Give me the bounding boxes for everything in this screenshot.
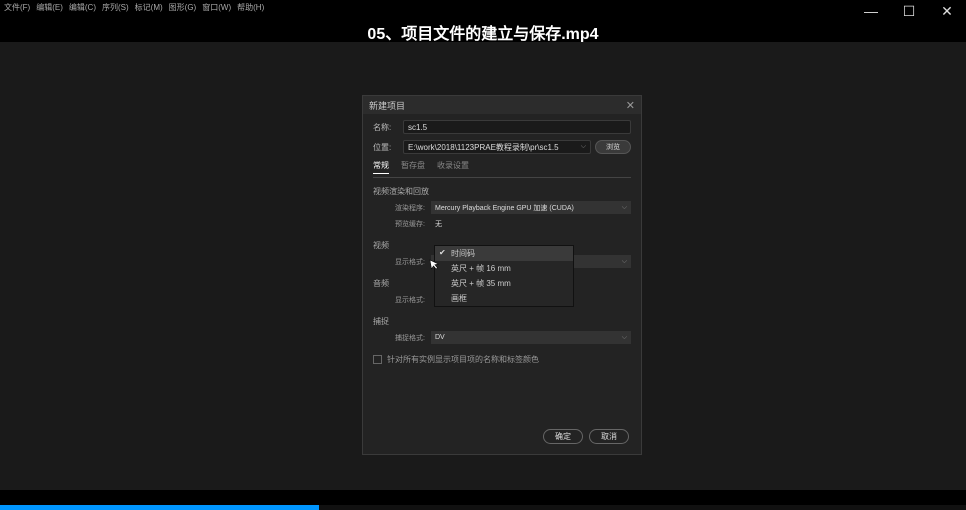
checkmark-icon: ✔ — [439, 248, 446, 257]
menu-edit[interactable]: 编辑(E) — [36, 2, 63, 13]
audio-display-format-label: 显示格式: — [389, 295, 431, 305]
cursor-icon — [429, 257, 443, 274]
renderer-value: Mercury Playback Engine GPU 加速 (CUDA) — [435, 203, 574, 213]
dropdown-item-label: 画框 — [451, 294, 467, 303]
dialog-tabs: 常规 暂存盘 收录设置 — [373, 160, 631, 178]
dropdown-item-feet35[interactable]: 英尺 + 帧 35 mm — [435, 276, 573, 291]
dialog-titlebar: 新建项目 ✕ — [363, 96, 641, 114]
capture-format-select[interactable]: DV ⌵ — [431, 331, 631, 344]
close-icon[interactable]: ✕ — [626, 99, 635, 112]
progress-fill — [0, 505, 319, 510]
tab-scratch[interactable]: 暂存盘 — [401, 160, 425, 174]
close-button[interactable]: ✕ — [928, 0, 966, 22]
ok-button[interactable]: 确定 — [543, 429, 583, 444]
preview-cache-select[interactable]: 无 — [431, 217, 631, 230]
chevron-down-icon: ⌵ — [622, 258, 627, 266]
menu-marker[interactable]: 标记(M) — [135, 2, 163, 13]
dropdown-item-frames[interactable]: 画框 — [435, 291, 573, 306]
menu-window[interactable]: 窗口(W) — [202, 2, 231, 13]
dialog-title: 新建项目 — [369, 99, 405, 112]
menu-graphics[interactable]: 图形(G) — [169, 2, 197, 13]
tab-general[interactable]: 常规 — [373, 160, 389, 174]
show-name-checkbox-label: 针对所有实例显示项目项的名称和标签颜色 — [387, 354, 539, 365]
renderer-select[interactable]: Mercury Playback Engine GPU 加速 (CUDA) ⌵ — [431, 201, 631, 214]
menubar: 文件(F) 编辑(E) 编辑(C) 序列(S) 标记(M) 图形(G) 窗口(W… — [0, 0, 966, 14]
name-label: 名称: — [373, 122, 403, 133]
location-label: 位置: — [373, 142, 403, 153]
dropdown-item-label: 时间码 — [451, 249, 475, 258]
page-title: 05、项目文件的建立与保存.mp4 — [0, 20, 966, 44]
render-section-label: 视频渲染和回放 — [373, 186, 631, 197]
window-controls: — ☐ ✕ — [852, 0, 966, 22]
tab-ingest[interactable]: 收录设置 — [437, 160, 469, 174]
browse-button[interactable]: 浏览 — [595, 140, 631, 154]
capture-format-value: DV — [435, 334, 445, 341]
video-display-format-label: 显示格式: — [389, 257, 431, 267]
menu-sequence[interactable]: 序列(S) — [102, 2, 129, 13]
chevron-down-icon: ⌵ — [622, 204, 627, 212]
show-name-checkbox-row[interactable]: 针对所有实例显示项目项的名称和标签颜色 — [373, 354, 631, 365]
chevron-down-icon: ⌵ — [622, 334, 627, 342]
progress-bar[interactable] — [0, 505, 966, 510]
menu-edit2[interactable]: 编辑(C) — [69, 2, 96, 13]
menu-help[interactable]: 帮助(H) — [237, 2, 264, 13]
dropdown-item-label: 英尺 + 帧 16 mm — [451, 264, 511, 273]
capture-section-label: 捕捉 — [373, 316, 631, 327]
checkbox-icon[interactable] — [373, 355, 382, 364]
dropdown-item-timecode[interactable]: ✔ 时间码 — [435, 246, 573, 261]
capture-format-label: 捕捉格式: — [389, 333, 431, 343]
name-input[interactable]: sc1.5 — [403, 120, 631, 134]
preview-cache-label: 预览缓存: — [389, 219, 431, 229]
location-value: E:\work\2018\1123PRAE教程录制\pr\sc1.5 — [408, 142, 559, 153]
cancel-button[interactable]: 取消 — [589, 429, 629, 444]
chevron-down-icon[interactable]: ⌵ — [581, 143, 586, 151]
maximize-button[interactable]: ☐ — [890, 0, 928, 22]
minimize-button[interactable]: — — [852, 0, 890, 22]
dialog-footer: 确定 取消 — [543, 429, 629, 444]
dropdown-item-feet16[interactable]: 英尺 + 帧 16 mm — [435, 261, 573, 276]
location-input[interactable]: E:\work\2018\1123PRAE教程录制\pr\sc1.5 ⌵ — [403, 140, 591, 154]
menu-file[interactable]: 文件(F) — [4, 2, 30, 13]
dropdown-item-label: 英尺 + 帧 35 mm — [451, 279, 511, 288]
preview-cache-value: 无 — [435, 219, 442, 229]
display-format-dropdown: ✔ 时间码 英尺 + 帧 16 mm 英尺 + 帧 35 mm 画框 — [434, 245, 574, 307]
renderer-label: 渲染程序: — [389, 203, 431, 213]
